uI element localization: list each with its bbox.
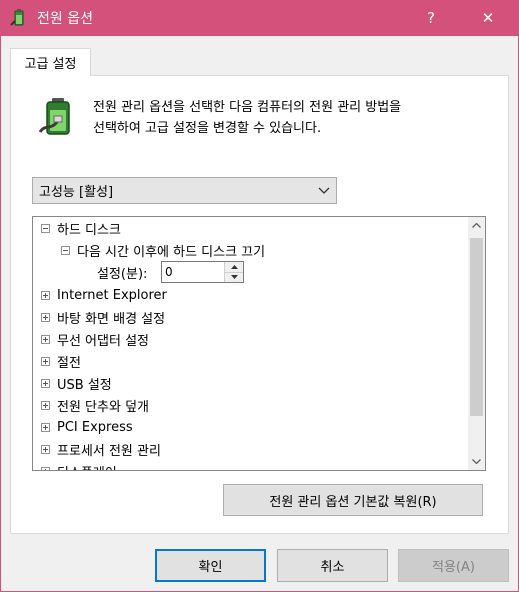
- expand-icon[interactable]: [41, 422, 50, 432]
- power-plan-value: 고성능 [활성]: [39, 185, 114, 200]
- expand-icon[interactable]: [41, 378, 50, 388]
- tree-item-usb-settings[interactable]: USB 설정: [41, 372, 112, 394]
- cancel-button[interactable]: 취소: [277, 549, 388, 582]
- expand-icon[interactable]: [41, 466, 50, 470]
- settings-tree[interactable]: 하드 디스크 다음 시간 이후에 하드 디스크 끄기 설정(분): 0 Inte…: [32, 216, 486, 471]
- tree-item-internet-explorer[interactable]: Internet Explorer: [41, 284, 167, 306]
- spin-down-icon[interactable]: [225, 271, 243, 282]
- spin-up-icon[interactable]: [225, 262, 243, 272]
- title-bar[interactable]: 전원 옵션 ? ✕: [0, 0, 519, 36]
- collapse-icon[interactable]: [41, 223, 50, 233]
- expand-icon[interactable]: [41, 290, 50, 300]
- advanced-settings-panel: 전원 관리 옵션을 선택한 다음 컴퓨터의 전원 관리 방법을 선택하여 고급 …: [10, 75, 509, 534]
- tree-item-sleep[interactable]: 절전: [41, 350, 81, 372]
- tree-item-wireless-adapter[interactable]: 무선 어댑터 설정: [41, 328, 149, 350]
- power-plan-select[interactable]: 고성능 [활성]: [32, 177, 337, 204]
- expand-icon[interactable]: [41, 312, 50, 322]
- tree-item-power-buttons-lid[interactable]: 전원 단추와 덮개: [41, 394, 149, 416]
- tree-scrollbar[interactable]: [468, 217, 485, 470]
- expand-icon[interactable]: [41, 356, 50, 366]
- close-icon: ✕: [481, 9, 495, 27]
- tab-advanced-settings[interactable]: 고급 설정: [10, 48, 91, 76]
- tree-item-setting-minutes: 설정(분):: [97, 266, 148, 282]
- apply-button[interactable]: 적용(A): [398, 549, 509, 582]
- minutes-spinbox[interactable]: 0: [161, 261, 244, 283]
- tree-item-processor-power[interactable]: 프로세서 전원 관리: [41, 438, 161, 460]
- scroll-up-icon[interactable]: [468, 217, 485, 234]
- chevron-down-icon: [318, 187, 330, 194]
- tree-item-hard-disk[interactable]: 하드 디스크: [41, 217, 121, 239]
- description-text: 전원 관리 옵션을 선택한 다음 컴퓨터의 전원 관리 방법을 선택하여 고급 …: [93, 100, 402, 136]
- tree-item-display[interactable]: 디스플레이: [41, 460, 117, 470]
- tree-item-desktop-background[interactable]: 바탕 화면 배경 설정: [41, 306, 165, 328]
- power-options-icon: [10, 9, 24, 26]
- tree-item-turn-off-hard-disk[interactable]: 다음 시간 이후에 하드 디스크 끄기: [61, 239, 265, 261]
- expand-icon[interactable]: [41, 400, 50, 410]
- scroll-down-icon[interactable]: [468, 453, 485, 470]
- window-title: 전원 옵션: [37, 11, 93, 27]
- close-button[interactable]: ✕: [465, 0, 511, 36]
- scrollbar-thumb[interactable]: [470, 238, 483, 416]
- ok-button[interactable]: 확인: [155, 549, 266, 582]
- restore-defaults-button[interactable]: 전원 관리 옵션 기본값 복원(R): [223, 484, 483, 516]
- collapse-icon[interactable]: [61, 245, 70, 255]
- help-button[interactable]: ?: [408, 0, 454, 36]
- expand-icon[interactable]: [41, 334, 50, 344]
- battery-plug-icon: [38, 98, 70, 135]
- minutes-value[interactable]: 0: [162, 262, 224, 282]
- tree-item-pci-express[interactable]: PCI Express: [41, 416, 133, 438]
- expand-icon[interactable]: [41, 444, 50, 454]
